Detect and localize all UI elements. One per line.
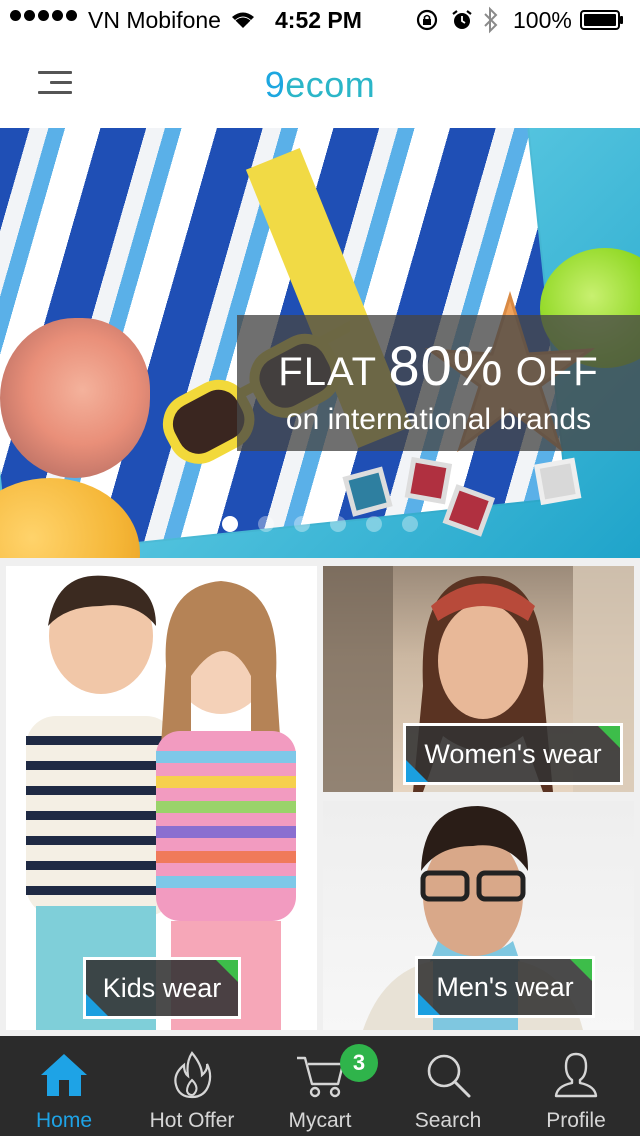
battery-icon <box>580 10 623 30</box>
tab-home[interactable]: Home <box>0 1036 128 1136</box>
tab-profile[interactable]: Profile <box>512 1036 640 1136</box>
corner-accent-blue <box>418 993 440 1015</box>
tab-search-label: Search <box>414 1109 482 1132</box>
tab-hot-offer[interactable]: Hot Offer <box>128 1036 256 1136</box>
corner-accent-blue <box>86 994 108 1016</box>
flame-icon <box>174 1051 212 1099</box>
app-header: 9ecom <box>0 40 640 128</box>
cart-count-badge: 3 <box>340 1044 378 1082</box>
carousel-dot[interactable] <box>402 516 418 532</box>
carousel-dot[interactable] <box>222 516 238 532</box>
carousel-dot[interactable] <box>258 516 274 532</box>
womens-wear-label[interactable]: Women's wear <box>403 723 623 785</box>
promo-headline: FLAT 80% OFF <box>237 333 640 398</box>
carousel-dot[interactable] <box>330 516 346 532</box>
app-title-rest: ecom <box>285 64 376 105</box>
mens-wear-text: Men's wear <box>436 972 574 1002</box>
home-icon <box>41 1054 87 1096</box>
status-bar: VN Mobifone 4:52 PM 100% <box>0 0 640 40</box>
kids-wear-text: Kids wear <box>102 973 222 1003</box>
promo-word-flat: FLAT <box>278 350 377 394</box>
corner-accent-blue <box>406 760 428 782</box>
bluetooth-icon <box>484 6 498 34</box>
wifi-icon <box>232 12 254 28</box>
promo-banner-carousel[interactable]: FLAT 80% OFF on international brands <box>0 128 640 558</box>
tab-hot-offer-label: Hot Offer <box>149 1109 235 1132</box>
search-icon <box>427 1054 471 1098</box>
corner-accent-green <box>570 959 592 981</box>
carrier-name: VN Mobifone <box>88 7 221 33</box>
womens-wear-text: Women's wear <box>424 739 602 769</box>
app-title: 9ecom <box>0 64 640 106</box>
pendants-graphic <box>342 456 582 537</box>
status-time: 4:52 PM <box>275 7 362 33</box>
tab-home-label: Home <box>35 1109 93 1132</box>
promo-overlay: FLAT 80% OFF on international brands <box>237 315 640 451</box>
promo-word-off: OFF <box>515 350 599 394</box>
tab-profile-label: Profile <box>546 1109 606 1132</box>
tab-search[interactable]: Search <box>384 1036 512 1136</box>
tab-mycart-label: Mycart <box>288 1109 352 1132</box>
promo-percent: 80% <box>388 334 504 397</box>
corner-accent-green <box>598 726 620 748</box>
carousel-dot[interactable] <box>366 516 382 532</box>
corner-accent-green <box>216 960 238 982</box>
carousel-pagination <box>222 516 418 532</box>
bottom-tab-bar: Home Hot Offer Mycart Search Profile <box>0 1036 640 1136</box>
banner-shell-graphic <box>0 318 150 478</box>
signal-strength-icon <box>10 10 77 21</box>
profile-icon <box>554 1052 598 1098</box>
cart-icon <box>297 1056 345 1098</box>
alarm-icon <box>452 10 472 29</box>
app-title-prefix: 9 <box>264 64 286 105</box>
battery-percentage: 100% <box>513 7 572 33</box>
kids-wear-label[interactable]: Kids wear <box>83 957 241 1019</box>
carousel-dot[interactable] <box>294 516 310 532</box>
promo-subline: on international brands <box>285 403 592 436</box>
rotation-lock-icon <box>416 9 438 31</box>
mens-wear-label[interactable]: Men's wear <box>415 956 595 1018</box>
